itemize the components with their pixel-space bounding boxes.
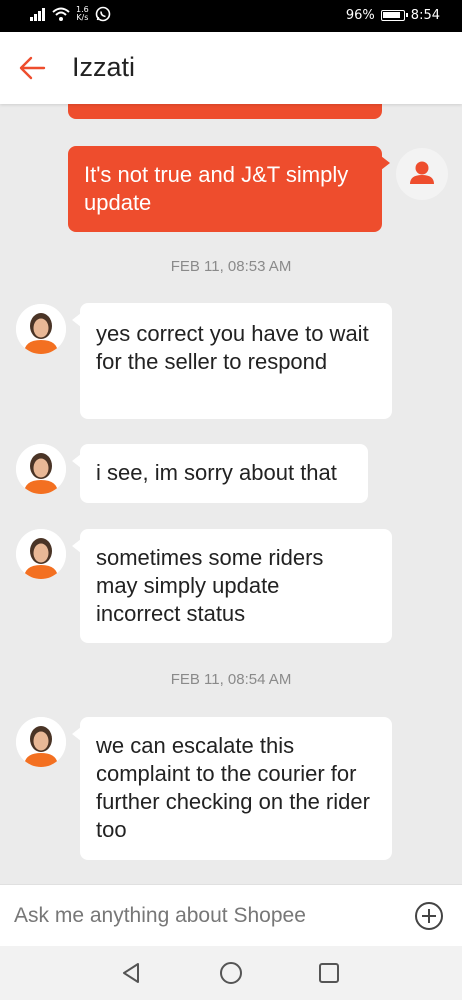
outgoing-message: It's not true and J&T simply update	[68, 146, 390, 232]
agent-avatar	[16, 529, 66, 579]
whatsapp-icon	[95, 6, 111, 22]
network-speed: 1.6 K/s	[76, 6, 89, 22]
message-text: i see, im sorry about that	[96, 460, 337, 485]
agent-avatar	[16, 444, 66, 494]
agent-photo	[16, 717, 66, 767]
person-icon	[410, 161, 434, 184]
message-text: sometimes some riders may simply update …	[96, 545, 324, 626]
network-speed-unit: K/s	[76, 13, 89, 22]
wifi-icon	[52, 7, 70, 21]
clock: 8:54	[410, 8, 440, 23]
plus-circle-icon[interactable]	[414, 901, 444, 931]
status-left: 1.6 K/s	[30, 6, 111, 22]
system-nav-bar	[0, 946, 462, 1000]
incoming-message: sometimes some riders may simply update …	[72, 529, 392, 643]
agent-photo	[16, 304, 66, 354]
agent-avatar	[16, 304, 66, 354]
agent-avatar	[16, 717, 66, 767]
battery-icon	[380, 10, 408, 21]
user-avatar	[396, 148, 448, 200]
agent-photo	[16, 444, 66, 494]
nav-back-icon[interactable]	[118, 960, 144, 986]
nav-home-icon[interactable]	[218, 960, 244, 986]
status-right: 96% 8:54	[346, 8, 440, 23]
incoming-message: i see, im sorry about that	[72, 444, 368, 503]
chat-messages[interactable]: It's not true and J&T simply update FEB …	[0, 104, 462, 884]
outgoing-bubble-partial	[68, 104, 382, 119]
message-text: yes correct you have to wait for the sel…	[96, 321, 369, 374]
incoming-message: we can escalate this complaint to the co…	[72, 717, 392, 860]
timestamp: FEB 11, 08:54 AM	[170, 671, 292, 688]
chat-header: Izzati	[0, 32, 462, 104]
chat-title: Izzati	[72, 52, 136, 82]
status-bar: 1.6 K/s 96% 8:54	[0, 0, 462, 32]
timestamp: FEB 11, 08:53 AM	[170, 258, 292, 275]
message-text: It's not true and J&T simply update	[84, 162, 349, 215]
agent-photo	[16, 529, 66, 579]
message-text: we can escalate this complaint to the co…	[96, 733, 370, 842]
signal-icon	[30, 8, 45, 21]
message-input[interactable]	[14, 897, 394, 935]
message-input-bar	[0, 884, 462, 946]
back-arrow-icon[interactable]	[16, 52, 48, 84]
battery-percent: 96%	[345, 8, 375, 23]
incoming-message: yes correct you have to wait for the sel…	[72, 303, 392, 419]
nav-recent-apps-icon[interactable]	[316, 960, 342, 986]
